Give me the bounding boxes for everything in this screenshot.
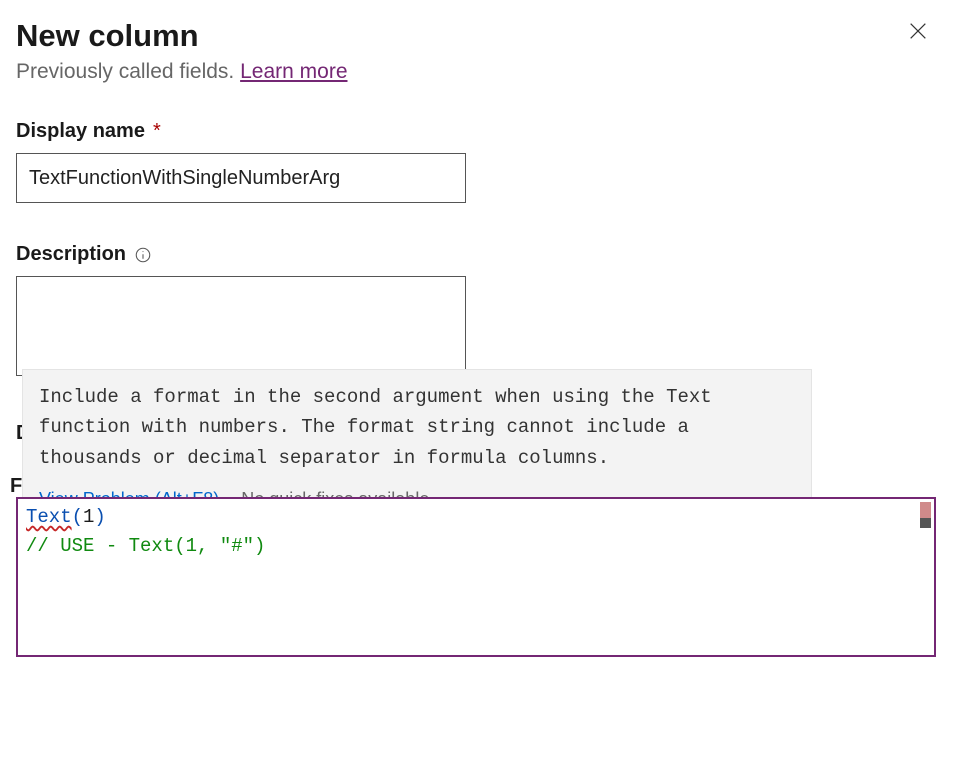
scrollbar-error-marker — [920, 502, 931, 518]
display-name-label-text: Display name — [16, 120, 145, 143]
paren-close: ) — [94, 506, 105, 528]
description-input[interactable] — [16, 276, 466, 376]
learn-more-link[interactable]: Learn more — [240, 60, 347, 83]
close-button[interactable] — [904, 18, 932, 46]
subtitle-prefix: Previously called fields. — [16, 60, 240, 83]
fn-text: Text — [26, 506, 72, 528]
display-name-label: Display name * — [16, 120, 940, 143]
description-label: Description — [16, 243, 940, 266]
arg-value: 1 — [83, 506, 94, 528]
description-label-text: Description — [16, 243, 126, 266]
code-line-1: Text(1) — [26, 503, 926, 532]
paren-open: ( — [72, 506, 83, 528]
code-line-2: // USE - Text(1, "#") — [26, 532, 926, 561]
panel-subtitle: Previously called fields. Learn more — [16, 60, 940, 84]
close-icon — [907, 20, 929, 45]
required-indicator: * — [153, 120, 161, 143]
scrollbar-thumb[interactable] — [920, 518, 931, 528]
tooltip-message: Include a format in the second argument … — [39, 382, 795, 473]
formula-editor[interactable]: Text(1) // USE - Text(1, "#") — [16, 497, 936, 657]
display-name-input[interactable] — [16, 153, 466, 203]
info-icon[interactable] — [134, 246, 152, 264]
panel-title: New column — [16, 18, 940, 54]
